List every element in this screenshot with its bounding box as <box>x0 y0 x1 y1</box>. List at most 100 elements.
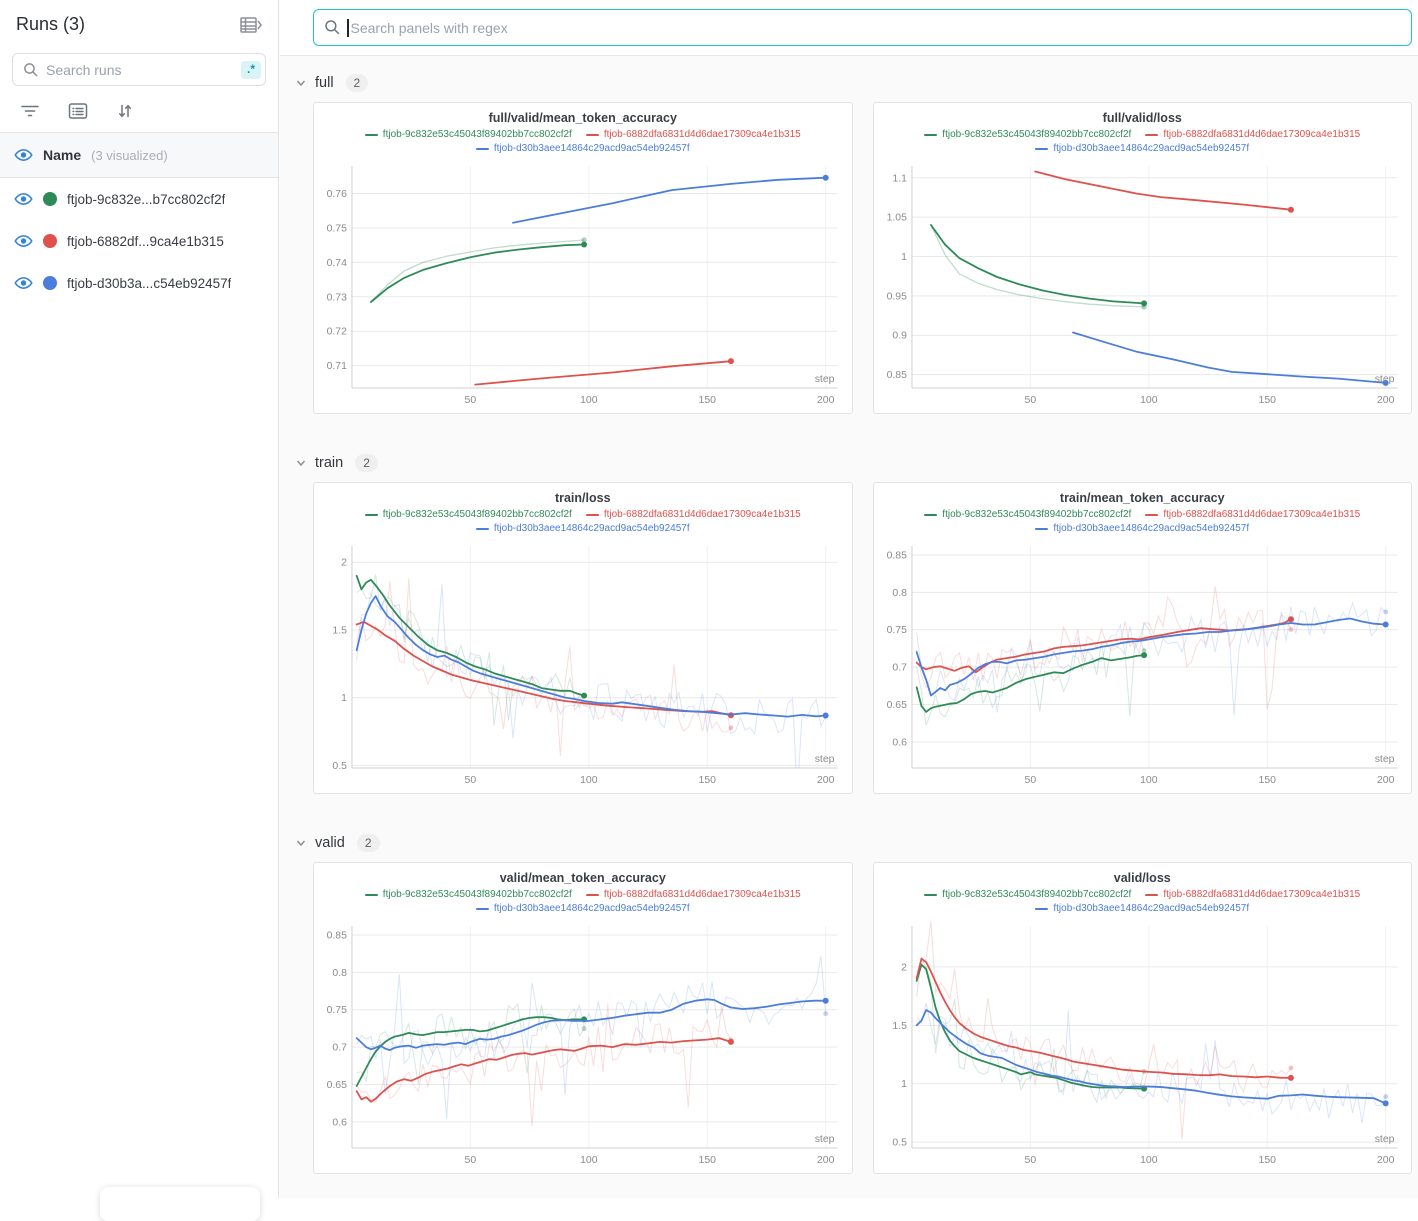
section-header-valid[interactable]: valid 2 <box>280 834 1418 862</box>
svg-text:0.7: 0.7 <box>332 1043 347 1054</box>
chart-title: valid/loss <box>874 871 1412 885</box>
run-row[interactable]: ftjob-6882df...9ca4e1b315 <box>0 220 278 262</box>
chart-panel-valid/loss[interactable]: valid/lossftjob-9c832e53c45043f89402bb7c… <box>873 862 1413 1174</box>
runs-panel-title: Runs (3) <box>16 14 85 35</box>
svg-text:150: 150 <box>1258 1155 1276 1166</box>
legend-item: ftjob-6882dfa6831d4d6dae17309ca4e1b315 <box>586 888 801 902</box>
runs-name-header: Name (3 visualized) <box>0 132 278 178</box>
eye-icon[interactable] <box>14 147 33 163</box>
legend-dash-icon <box>586 894 599 897</box>
svg-text:100: 100 <box>580 775 598 786</box>
chart-legend: ftjob-9c832e53c45043f89402bb7cc802cf2f ft… <box>314 125 852 156</box>
section-count-badge: 2 <box>357 834 380 852</box>
chart-plot[interactable]: 501001502000.710.720.730.740.750.76step <box>314 156 852 414</box>
svg-text:0.75: 0.75 <box>327 1005 348 1016</box>
chart-legend: ftjob-9c832e53c45043f89402bb7cc802cf2fft… <box>314 885 852 916</box>
runs-search-input[interactable] <box>46 62 234 78</box>
section-header-train[interactable]: train2 <box>280 454 1418 482</box>
svg-text:0.7: 0.7 <box>892 663 907 674</box>
legend-item: ftjob-6882dfa6831d4d6dae17309ca4e1b315 <box>1145 128 1360 142</box>
expand-table-button[interactable] <box>240 16 262 34</box>
svg-text:step: step <box>1374 1134 1394 1145</box>
svg-text:1.5: 1.5 <box>892 1021 907 1032</box>
chart-plot[interactable]: 501001502000.850.90.9511.051.1step <box>874 156 1412 414</box>
bottom-left-popup <box>100 1187 260 1221</box>
section-label: valid <box>315 835 345 851</box>
svg-text:step: step <box>815 1134 835 1145</box>
legend-item: ftjob-9c832e53c45043f89402bb7cc802cf2f <box>365 508 572 522</box>
run-name: ftjob-6882df...9ca4e1b315 <box>67 234 224 249</box>
panel-search-input[interactable] <box>351 20 1402 36</box>
section-label: full <box>315 75 334 91</box>
chart-title: valid/mean_token_accuracy <box>314 871 852 885</box>
svg-text:0.5: 0.5 <box>332 761 347 772</box>
panels-area: full2full/valid/mean_token_accuracyftjob… <box>280 0 1418 1198</box>
run-color-dot <box>43 234 57 248</box>
svg-text:50: 50 <box>465 1155 477 1166</box>
svg-text:0.74: 0.74 <box>327 258 348 269</box>
legend-item: ftjob-9c832e53c45043f89402bb7cc802cf2f <box>924 508 1131 522</box>
legend-dash-icon <box>365 134 378 137</box>
section-header-full[interactable]: full2 <box>280 74 1418 102</box>
svg-text:0.72: 0.72 <box>327 327 348 338</box>
chart-panel-train/mean_token_accuracy[interactable]: train/mean_token_accuracyftjob-9c832e53c… <box>873 482 1413 794</box>
chart-panel-full/valid/loss[interactable]: full/valid/lossftjob-9c832e53c45043f8940… <box>873 102 1413 414</box>
eye-icon[interactable] <box>14 275 33 291</box>
section-label: train <box>315 455 343 471</box>
chart-plot[interactable]: 501001502000.60.650.70.750.80.85step <box>874 536 1412 794</box>
svg-text:50: 50 <box>465 395 477 406</box>
chart-legend: ftjob-9c832e53c45043f89402bb7cc802cf2fft… <box>314 505 852 536</box>
svg-text:2: 2 <box>341 558 347 569</box>
svg-text:0.75: 0.75 <box>327 223 348 234</box>
runs-sidebar: Runs (3) .* <box>0 0 279 1198</box>
run-color-dot <box>43 276 57 290</box>
chart-plot[interactable]: 501001502000.60.650.70.750.80.85step <box>314 916 852 1174</box>
legend-dash-icon <box>365 514 378 517</box>
svg-text:0.95: 0.95 <box>886 291 907 302</box>
legend-item: ftjob-9c832e53c45043f89402bb7cc802cf2f <box>924 128 1131 142</box>
legend-dash-icon <box>1145 514 1158 517</box>
legend-dash-icon <box>586 514 599 517</box>
legend-dash-icon <box>476 528 489 531</box>
filter-runs-button[interactable] <box>20 102 40 120</box>
legend-item: ftjob-d30b3aee14864c29acd9ac54eb92457f <box>476 522 690 536</box>
chart-plot[interactable]: 501001502000.511.52step <box>314 536 852 794</box>
runs-search-box: .* <box>12 53 266 86</box>
legend-dash-icon <box>924 134 937 137</box>
chevron-down-icon <box>295 457 307 469</box>
regex-toggle-button[interactable]: .* <box>241 61 261 79</box>
eye-icon[interactable] <box>14 233 33 249</box>
eye-icon[interactable] <box>14 191 33 207</box>
legend-dash-icon <box>476 148 489 151</box>
svg-text:100: 100 <box>1140 1155 1158 1166</box>
legend-item: ftjob-9c832e53c45043f89402bb7cc802cf2f <box>365 128 572 142</box>
visualized-count: (3 visualized) <box>91 148 168 163</box>
svg-text:0.9: 0.9 <box>892 331 907 342</box>
chart-panel-valid/mean_token_accuracy[interactable]: valid/mean_token_accuracyftjob-9c832e53c… <box>313 862 853 1174</box>
group-runs-button[interactable] <box>68 102 88 120</box>
svg-text:2: 2 <box>901 962 907 973</box>
chart-plot[interactable]: 501001502000.511.52step <box>874 916 1412 1174</box>
chart-panel-full/valid/mean_token_accuracy[interactable]: full/valid/mean_token_accuracyftjob-9c83… <box>313 102 853 414</box>
search-icon <box>23 62 39 78</box>
svg-text:100: 100 <box>580 1155 598 1166</box>
run-row[interactable]: ftjob-d30b3a...c54eb92457f <box>0 262 278 304</box>
chart-panel-train/loss[interactable]: train/lossftjob-9c832e53c45043f89402bb7c… <box>313 482 853 794</box>
svg-text:150: 150 <box>698 775 716 786</box>
svg-text:0.73: 0.73 <box>327 292 348 303</box>
svg-text:200: 200 <box>817 1155 835 1166</box>
svg-text:100: 100 <box>580 395 598 406</box>
svg-text:step: step <box>1374 754 1394 765</box>
svg-text:0.5: 0.5 <box>892 1138 907 1149</box>
svg-text:0.8: 0.8 <box>892 588 907 599</box>
svg-text:100: 100 <box>1140 775 1158 786</box>
svg-text:step: step <box>815 374 835 385</box>
sort-runs-button[interactable] <box>116 102 134 120</box>
legend-item: ftjob-d30b3aee14864c29acd9ac54eb92457f <box>1035 142 1249 156</box>
panel-section-train: train2train/lossftjob-9c832e53c45043f894… <box>280 454 1418 794</box>
legend-dash-icon <box>365 894 378 897</box>
run-row[interactable]: ftjob-9c832e...b7cc802cf2f <box>0 178 278 220</box>
legend-item: ftjob-6882dfa6831d4d6dae17309ca4e1b315 <box>586 128 801 142</box>
svg-text:1.05: 1.05 <box>886 213 907 224</box>
svg-text:1: 1 <box>901 252 907 263</box>
